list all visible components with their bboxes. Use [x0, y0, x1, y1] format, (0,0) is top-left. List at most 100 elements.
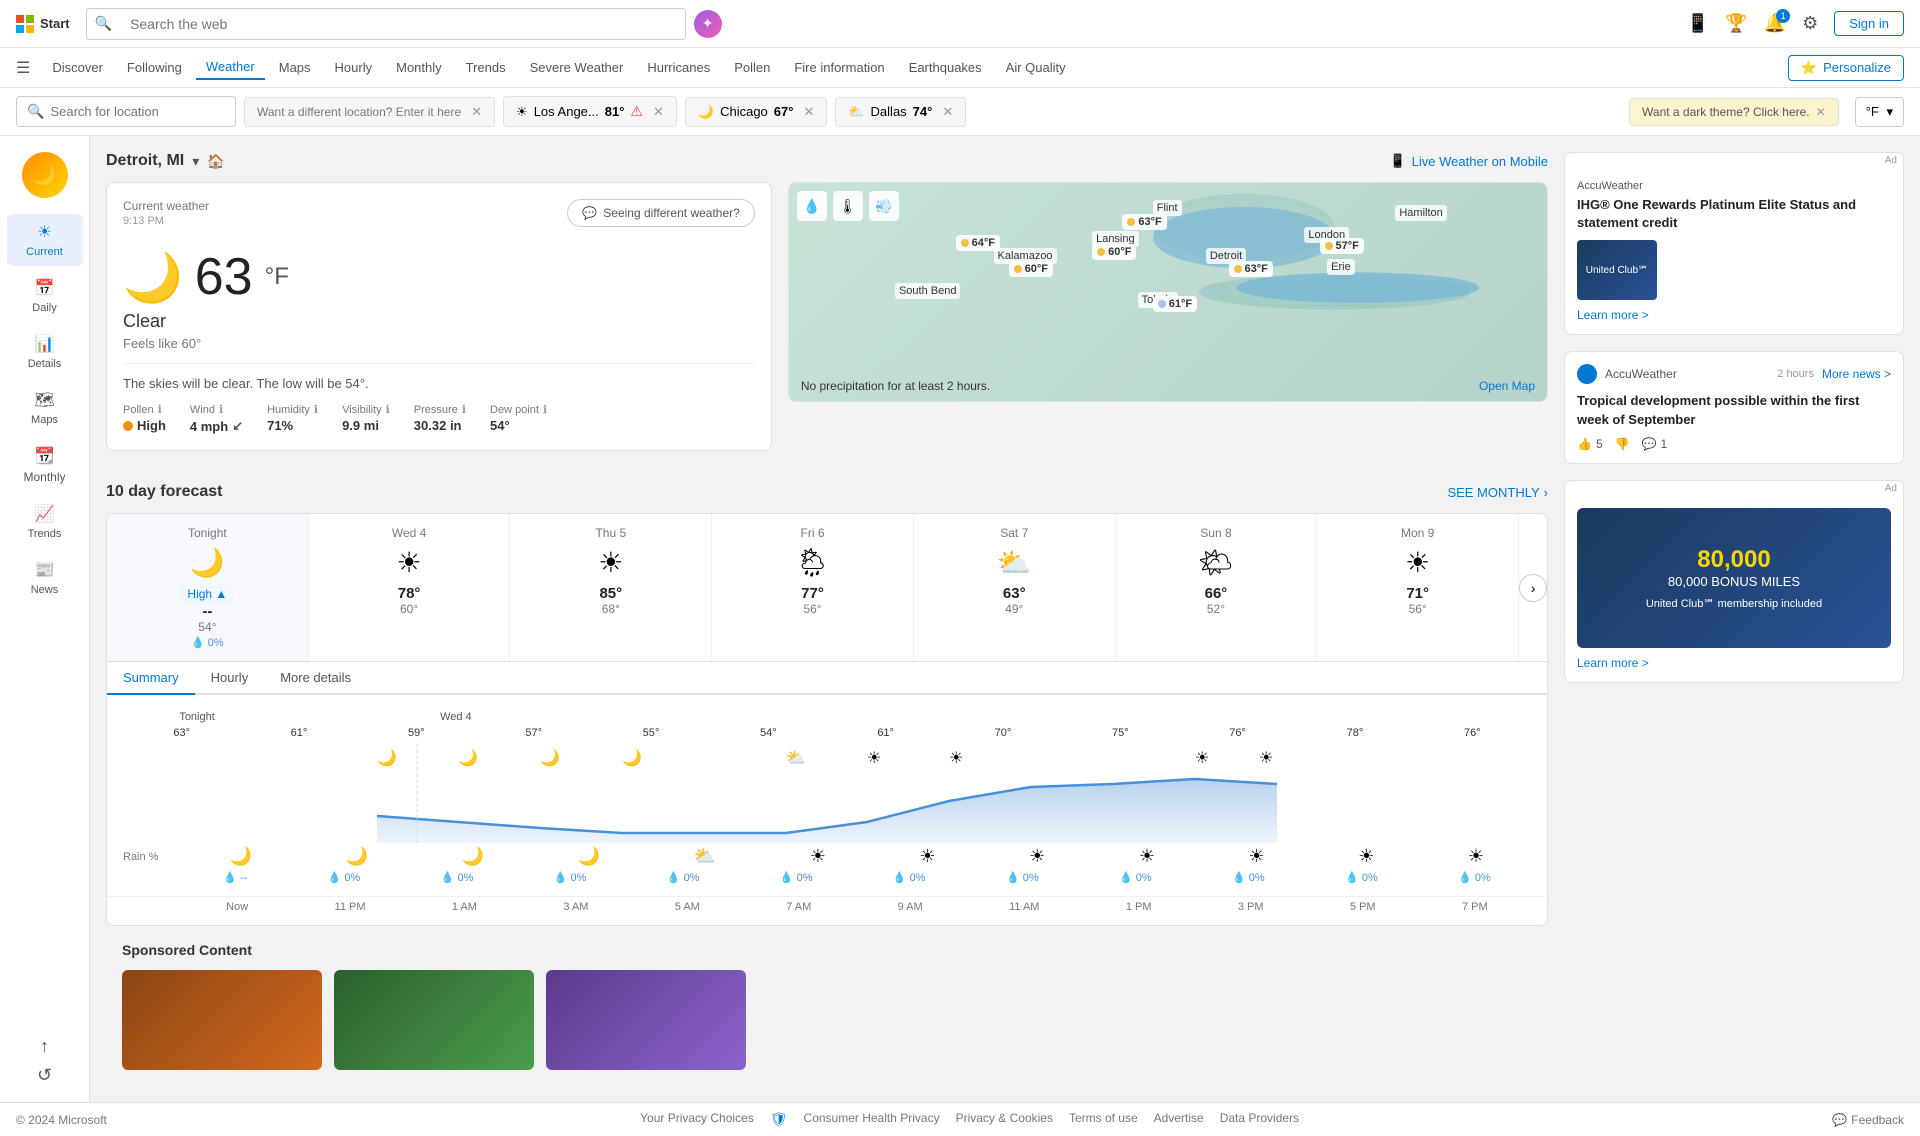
settings-icon[interactable]: ⚙	[1802, 13, 1818, 34]
sidebar-item-current[interactable]: ☀ Current	[7, 214, 83, 266]
nav-air-quality[interactable]: Air Quality	[996, 56, 1076, 79]
sidebar-item-daily[interactable]: 📅 Daily	[7, 270, 83, 322]
nav-pollen[interactable]: Pollen	[724, 56, 780, 79]
rain-val-1: 💧 0%	[328, 871, 361, 884]
add-location-close-icon[interactable]: ✕	[471, 104, 482, 120]
forecast-day-mon9[interactable]: Mon 9 ☀ 71° 56°	[1317, 514, 1519, 661]
forecast-day-sat7[interactable]: Sat 7 ⛅ 63° 49°	[914, 514, 1116, 661]
forecast-tab-summary[interactable]: Summary	[107, 662, 195, 695]
pressure-info-icon[interactable]: ℹ	[462, 403, 466, 416]
map-precipitation-btn[interactable]: 💧	[797, 191, 827, 221]
footer-link-terms[interactable]: Terms of use	[1069, 1111, 1138, 1128]
forecast-tab-more-details[interactable]: More details	[264, 662, 367, 695]
nav-weather[interactable]: Weather	[196, 55, 265, 80]
daily-icon: 📅	[35, 278, 55, 298]
forecast-day-wed4[interactable]: Wed 4 ☀ 78° 60°	[309, 514, 511, 661]
humidity-info-icon[interactable]: ℹ	[314, 403, 318, 416]
sidebar-item-monthly[interactable]: 📆 Monthly	[7, 438, 83, 492]
map-open-link[interactable]: Open Map	[1479, 379, 1535, 393]
sign-in-button[interactable]: Sign in	[1834, 11, 1904, 36]
live-weather-button[interactable]: 📱 Live Weather on Mobile	[1389, 153, 1548, 169]
chart-section-labels: Tonight Wed 4	[123, 711, 1531, 723]
location-chip-dallas[interactable]: ⛅ Dallas 74° ✕	[835, 97, 966, 127]
forecast-tab-hourly[interactable]: Hourly	[195, 662, 265, 695]
sponsored-item-2[interactable]	[334, 970, 534, 1070]
scroll-up-icon[interactable]: ↑	[40, 1036, 49, 1057]
sidebar-monthly-label: Monthly	[23, 470, 65, 484]
nav-hourly[interactable]: Hourly	[325, 56, 383, 79]
news-like-button[interactable]: 👍 5	[1577, 437, 1603, 451]
accuweather-logo	[1577, 364, 1597, 384]
forecast-day-thu5[interactable]: Thu 5 ☀ 85° 68°	[510, 514, 712, 661]
chart-time-labels: Now 11 PM 1 AM 3 AM 5 AM 7 AM 9 AM 11 AM…	[107, 896, 1547, 925]
nav-following[interactable]: Following	[117, 56, 192, 79]
location-search[interactable]: 🔍	[16, 96, 236, 127]
rewards-icon[interactable]: 🏆	[1725, 13, 1747, 34]
footer-link-advertise[interactable]: Advertise	[1154, 1111, 1204, 1128]
ad-cta-ihg[interactable]: Learn more >	[1577, 308, 1891, 322]
news-comment-button[interactable]: 💬 1	[1642, 437, 1668, 451]
location-chip-losangeles[interactable]: ☀ Los Ange... 81° ⚠ ✕	[503, 96, 677, 127]
map-wind-btn[interactable]: 💨	[869, 191, 899, 221]
feedback-button[interactable]: 💬 Feedback	[1832, 1113, 1904, 1127]
sponsored-item-1[interactable]	[122, 970, 322, 1070]
nav-fire-information[interactable]: Fire information	[784, 56, 894, 79]
ad-cta-miles[interactable]: Learn more >	[1577, 656, 1891, 670]
wind-info-icon[interactable]: ℹ	[219, 403, 223, 416]
pollen-info-icon[interactable]: ℹ	[158, 403, 162, 416]
footer-link-data-providers[interactable]: Data Providers	[1220, 1111, 1299, 1128]
copilot-icon[interactable]: ✦	[694, 10, 722, 38]
location-temp-la: 81°	[605, 104, 625, 119]
nav-discover[interactable]: Discover	[42, 56, 113, 79]
location-chevron-icon[interactable]: ▾	[192, 153, 199, 170]
footer-link-consumer-health[interactable]: Consumer Health Privacy	[804, 1111, 940, 1128]
web-search-input[interactable]	[120, 16, 685, 32]
news-more-button[interactable]: More news >	[1822, 367, 1891, 381]
location-close-chicago[interactable]: ✕	[803, 104, 814, 120]
news-dislike-button[interactable]: 👎	[1615, 437, 1630, 451]
sidebar-item-details[interactable]: 📊 Details	[7, 326, 83, 378]
sidebar-item-maps[interactable]: 🗺 Maps	[7, 382, 83, 434]
forecast-day-fri6[interactable]: Fri 6 🌦 77° 56°	[712, 514, 914, 661]
add-location-chip[interactable]: Want a different location? Enter it here…	[244, 97, 495, 127]
nav-hurricanes[interactable]: Hurricanes	[637, 56, 720, 79]
footer-link-privacy-cookies[interactable]: Privacy & Cookies	[956, 1111, 1053, 1128]
footer-link-privacy-choices[interactable]: Your Privacy Choices	[640, 1111, 754, 1128]
location-search-input[interactable]	[50, 104, 226, 119]
notification-badge: 1	[1776, 9, 1790, 23]
forecast-day-tonight[interactable]: Tonight 🌙 High ▲ -- 54° 💧 0%	[107, 514, 309, 661]
sidebar-item-news[interactable]: 📰 News	[7, 552, 83, 604]
personalize-button[interactable]: ⭐ Personalize	[1788, 55, 1904, 81]
nav-monthly[interactable]: Monthly	[386, 56, 452, 79]
forecast-scroll-button[interactable]: ›	[1519, 574, 1547, 602]
rain-icons: 🌙 🌙 🌙 🌙 ⛅ ☀ ☀ ☀ ☀ ☀ ☀	[183, 846, 1531, 867]
seeing-different-button[interactable]: 💬 Seeing different weather?	[567, 199, 755, 227]
ms-start-logo[interactable]: Start	[16, 15, 70, 33]
dew-point-info-icon[interactable]: ℹ	[543, 403, 547, 416]
rain-val-9: 💧 0%	[1232, 871, 1265, 884]
sidebar-item-trends[interactable]: 📈 Trends	[7, 496, 83, 548]
location-close-la[interactable]: ✕	[653, 104, 664, 120]
nav-maps[interactable]: Maps	[269, 56, 321, 79]
dark-theme-notice[interactable]: Want a dark theme? Click here. ✕	[1629, 98, 1839, 126]
hamburger-icon[interactable]: ☰	[16, 58, 30, 78]
web-search-bar[interactable]: 🔍	[86, 8, 686, 40]
home-icon[interactable]: 🏠	[207, 153, 224, 170]
nav-trends[interactable]: Trends	[456, 56, 516, 79]
phone-icon[interactable]: 📱	[1687, 13, 1709, 34]
notifications-icon[interactable]: 🔔 1	[1764, 13, 1786, 34]
location-close-dallas[interactable]: ✕	[942, 104, 953, 120]
chart-temp-1: 61°	[291, 727, 308, 739]
dark-theme-close-icon[interactable]: ✕	[1816, 105, 1826, 119]
sponsored-item-3[interactable]	[546, 970, 746, 1070]
forecast-day-sun8[interactable]: Sun 8 🌤 66° 52°	[1116, 514, 1318, 661]
visibility-info-icon[interactable]: ℹ	[386, 403, 390, 416]
refresh-icon[interactable]: ↺	[37, 1065, 52, 1086]
see-monthly-button[interactable]: SEE MONTHLY ›	[1447, 485, 1548, 500]
nav-severe-weather[interactable]: Severe Weather	[520, 56, 634, 79]
temp-unit-selector[interactable]: °F ▾	[1855, 97, 1904, 127]
map-temperature-btn[interactable]: 🌡	[833, 191, 863, 221]
location-chip-chicago[interactable]: 🌙 Chicago 67° ✕	[685, 97, 827, 127]
nav-earthquakes[interactable]: Earthquakes	[899, 56, 992, 79]
forecast-day-name-3: Fri 6	[720, 526, 905, 540]
